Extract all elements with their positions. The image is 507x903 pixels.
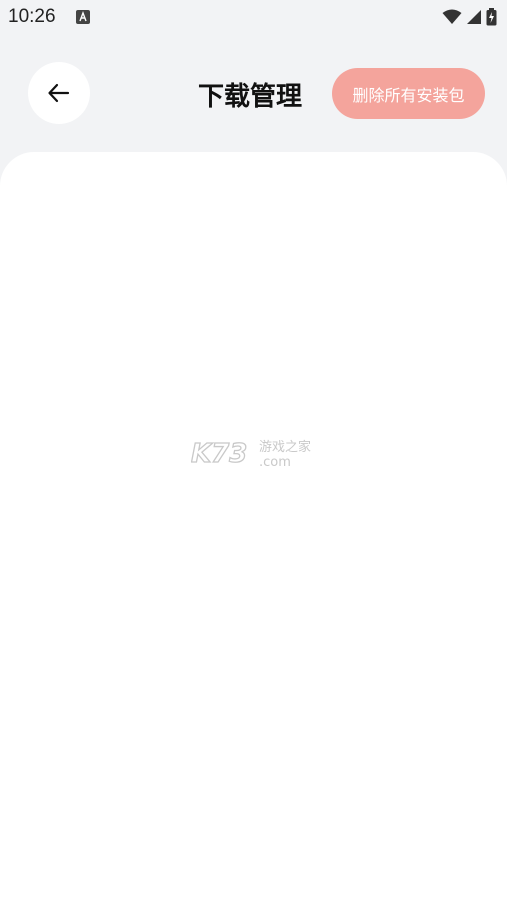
svg-text:游戏之家: 游戏之家 bbox=[259, 439, 311, 455]
battery-icon bbox=[486, 8, 497, 26]
back-button[interactable] bbox=[28, 62, 90, 124]
wifi-icon bbox=[442, 9, 462, 24]
status-bar: 10:26 bbox=[0, 0, 507, 34]
download-list-area: K73 游戏之家 .com bbox=[0, 152, 507, 903]
delete-all-packages-button[interactable]: 删除所有安装包 bbox=[332, 68, 485, 119]
svg-text:K73: K73 bbox=[191, 439, 247, 469]
page-title: 下载管理 bbox=[198, 82, 303, 112]
download-manager-screen: 10:26 下载管理 删除所有安装包 K73 游戏之家 .com bbox=[0, 0, 507, 903]
svg-text:.com: .com bbox=[259, 455, 291, 470]
k73-watermark-logo: K73 游戏之家 .com bbox=[191, 438, 311, 470]
cell-signal-icon bbox=[467, 10, 481, 24]
status-time: 10:26 bbox=[8, 6, 56, 27]
a-notification-icon bbox=[76, 10, 90, 24]
arrow-left-icon bbox=[48, 83, 70, 103]
status-icons bbox=[442, 8, 497, 26]
header: 下载管理 删除所有安装包 bbox=[0, 34, 507, 152]
